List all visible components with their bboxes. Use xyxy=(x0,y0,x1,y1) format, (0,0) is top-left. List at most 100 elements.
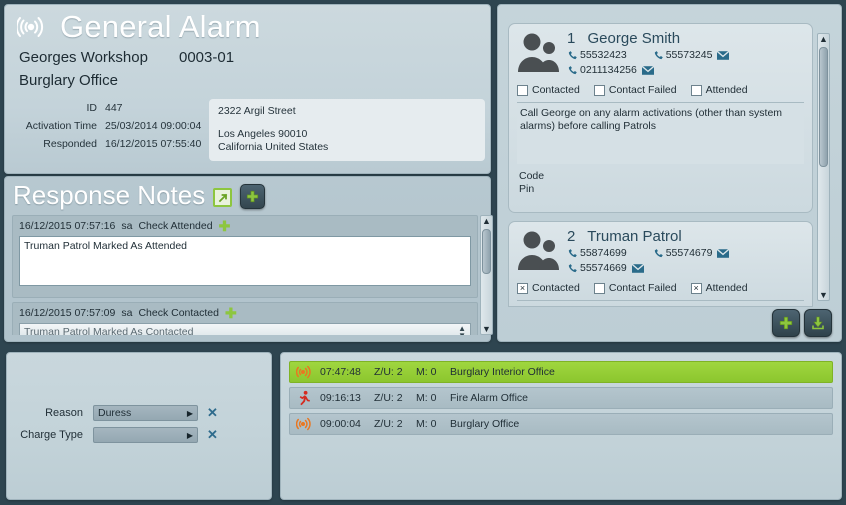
page-title: General Alarm xyxy=(60,9,261,44)
checkbox-attended[interactable]: Attended xyxy=(690,84,748,96)
response-notes-panel: Response Notes 16/12/2015 07:57:16 sa Ch… xyxy=(4,176,493,342)
contacts-scrollbar[interactable]: ▲ ▼ xyxy=(817,33,830,301)
open-external-icon[interactable] xyxy=(213,188,233,207)
checkbox-box xyxy=(593,84,605,96)
detail-row-activation-time: Activation Time 25/03/2014 09:00:04 xyxy=(9,117,205,135)
note-user: sa xyxy=(121,220,133,232)
note-meta: 16/12/2015 07:57:09 sa Check Contacted ✚ xyxy=(19,306,471,320)
table-row[interactable]: 09:00:04 Z/U: 2 M: 0 Burglary Office xyxy=(289,413,833,435)
alarm-m: M: 0 xyxy=(416,418,437,430)
form-row-charge-type: Charge Type ▶ ✕ xyxy=(7,427,271,443)
alarm-description: Burglary Interior Office xyxy=(450,366,555,378)
scroll-thumb[interactable] xyxy=(482,229,491,274)
note-select[interactable]: Truman Patrol Marked As Contacted ▲ ▼ xyxy=(19,323,471,335)
note-action: Check Contacted xyxy=(138,307,219,319)
checkbox-box xyxy=(593,282,605,294)
phone-entry[interactable]: 55573245 xyxy=(653,48,730,63)
list-item: 16/12/2015 07:57:09 sa Check Contacted ✚… xyxy=(12,302,478,335)
detail-column: ID 447 Activation Time 25/03/2014 09:00:… xyxy=(5,99,205,161)
scroll-down-icon[interactable]: ▼ xyxy=(482,324,491,334)
checkbox-label: Attended xyxy=(705,84,748,96)
checkbox-contact-failed[interactable]: Contact Failed xyxy=(593,84,677,96)
checkbox-box xyxy=(690,84,702,96)
charge-type-select[interactable]: ▶ xyxy=(93,427,198,443)
contact-phone-row: 55574669 xyxy=(567,261,812,276)
checkbox-attended[interactable]: × Attended xyxy=(690,282,748,294)
running-man-icon xyxy=(296,390,312,406)
alarm-m: M: 0 xyxy=(416,392,437,404)
alarm-type: Burglary Office xyxy=(19,72,118,89)
alarm-zu: Z/U: 2 xyxy=(374,418,403,430)
download-contacts-button[interactable] xyxy=(804,309,832,337)
detail-value: 447 xyxy=(105,102,123,114)
phone-number: 55573245 xyxy=(665,49,713,61)
phone-number: 55874699 xyxy=(580,247,627,259)
alarm-list-panel: 07:47:48 Z/U: 2 M: 0 Burglary Interior O… xyxy=(280,352,842,500)
scroll-thumb[interactable] xyxy=(819,47,828,167)
detail-label: Activation Time xyxy=(25,120,97,132)
reason-select[interactable]: Duress ▶ xyxy=(93,405,198,421)
plus-icon[interactable]: ✚ xyxy=(219,219,231,233)
contact-card: 1 George Smith 55532423 55573245 0211134… xyxy=(508,23,813,213)
phone-icon xyxy=(568,66,577,75)
checkbox-contact-failed[interactable]: Contact Failed xyxy=(593,282,677,294)
site-name: Georges Workshop xyxy=(19,49,148,66)
table-row[interactable]: 07:47:48 Z/U: 2 M: 0 Burglary Interior O… xyxy=(289,361,833,383)
note-textarea[interactable] xyxy=(19,236,471,286)
alarm-m: M: 0 xyxy=(416,366,437,378)
phone-entry[interactable]: 0211134256 xyxy=(567,63,654,78)
contact-top: 1 George Smith 55532423 55573245 0211134… xyxy=(509,24,812,78)
contact-checkboxes: Contacted Contact Failed Attended xyxy=(509,78,812,96)
download-icon xyxy=(812,316,824,330)
phone-entry[interactable]: 55574669 xyxy=(567,261,644,276)
clear-reason-icon[interactable]: ✕ xyxy=(207,406,218,419)
code-label: Code xyxy=(519,170,545,182)
contacts-panel: 1 George Smith 55532423 55573245 0211134… xyxy=(497,4,842,342)
plus-icon[interactable]: ✚ xyxy=(225,306,237,320)
scroll-up-icon[interactable]: ▲ xyxy=(482,216,491,226)
table-row[interactable]: 09:16:13 Z/U: 2 M: 0 Fire Alarm Office xyxy=(289,387,833,409)
checkbox-label: Attended xyxy=(705,282,748,294)
alarm-header-panel: General Alarm Georges Workshop 0003-01 B… xyxy=(4,4,491,174)
checkbox-contacted[interactable]: × Contacted xyxy=(517,282,580,294)
checkbox-box: × xyxy=(517,282,528,294)
contact-phone-row: 0211134256 xyxy=(567,63,812,78)
clear-charge-type-icon[interactable]: ✕ xyxy=(207,428,218,441)
alarm-details: ID 447 Activation Time 25/03/2014 09:00:… xyxy=(5,89,490,161)
phone-entry[interactable]: 55532423 xyxy=(567,48,627,63)
people-icon xyxy=(515,228,563,272)
note-action: Check Attended xyxy=(138,220,213,232)
siren-wave-icon xyxy=(15,12,51,42)
spinner-icon: ▲ ▼ xyxy=(458,323,466,335)
site-code: 0003-01 xyxy=(179,49,235,66)
detail-label: ID xyxy=(86,102,98,114)
contact-name: Truman Patrol xyxy=(587,228,682,245)
pin-label: Pin xyxy=(519,183,535,195)
add-note-button[interactable] xyxy=(240,184,266,209)
checkbox-label: Contact Failed xyxy=(608,84,677,96)
phone-entry[interactable]: 55574679 xyxy=(653,246,730,261)
response-notes-scrollbar[interactable]: ▲ ▼ xyxy=(480,215,493,335)
checkbox-label: Contact Failed xyxy=(608,282,677,294)
chevron-right-icon: ▶ xyxy=(186,430,193,440)
list-item: 16/12/2015 07:57:16 sa Check Attended ✚ xyxy=(12,215,478,298)
add-contact-button[interactable] xyxy=(772,309,800,337)
phone-icon xyxy=(568,249,577,258)
alarm-response-window: General Alarm Georges Workshop 0003-01 B… xyxy=(0,0,846,505)
phone-entry[interactable]: 55874699 xyxy=(567,246,627,261)
phone-icon xyxy=(568,51,577,60)
scroll-up-icon[interactable]: ▲ xyxy=(819,34,828,44)
scroll-down-icon[interactable]: ▼ xyxy=(819,290,828,300)
detail-value: 25/03/2014 09:00:04 xyxy=(105,120,202,132)
checkbox-box: × xyxy=(690,282,702,294)
phone-icon xyxy=(654,249,663,258)
contact-index: 2 xyxy=(567,228,576,245)
alarm-description: Fire Alarm Office xyxy=(450,392,528,404)
phone-number: 55532423 xyxy=(580,49,627,61)
phone-number: 55574669 xyxy=(580,262,627,274)
checkbox-contacted[interactable]: Contacted xyxy=(517,84,580,96)
alarm-time: 09:16:13 xyxy=(320,392,361,404)
response-notes-list[interactable]: 16/12/2015 07:57:16 sa Check Attended ✚ … xyxy=(12,215,478,335)
note-timestamp: 16/12/2015 07:57:16 xyxy=(19,220,116,232)
address-region: California United States xyxy=(218,141,329,153)
